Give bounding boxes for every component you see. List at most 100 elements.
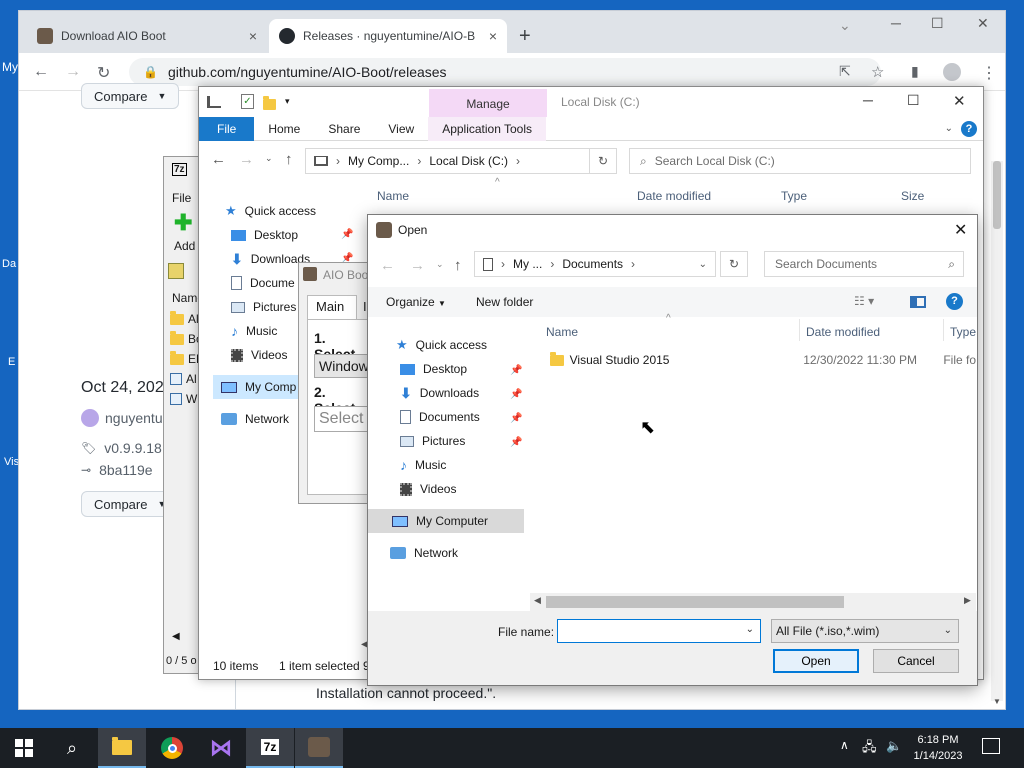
up-icon[interactable]: ↑ (285, 151, 293, 168)
filename-dropdown-icon[interactable]: ⌄ (746, 624, 754, 635)
tab-download-aio[interactable]: Download AIO Boot × (27, 19, 267, 53)
pin-icon[interactable]: 📌 (341, 229, 353, 240)
column-type[interactable]: Type (781, 189, 807, 203)
profile-avatar-icon[interactable] (943, 63, 961, 81)
recent-dropdown-icon[interactable]: ⌄ (436, 259, 444, 270)
refresh-button[interactable]: ↻ (589, 148, 617, 174)
qa-dropdown-icon[interactable]: ▾ (285, 96, 290, 107)
up-icon[interactable]: ↑ (454, 257, 462, 274)
compare-button-top[interactable]: Compare ▼ (81, 83, 180, 109)
pin-icon[interactable]: 📌 (510, 365, 522, 376)
tab-search-icon[interactable]: ⌄ (839, 17, 851, 34)
cancel-button[interactable]: Cancel (873, 649, 959, 673)
scrollbar-thumb[interactable] (546, 596, 844, 608)
nav-videos[interactable]: Videos (400, 477, 558, 501)
explorer-search-box[interactable]: ⌕ Search Local Disk (C:) (629, 148, 971, 174)
filename-input[interactable]: ⌄ (557, 619, 761, 643)
column-type[interactable]: Type (950, 325, 976, 339)
ribbon-expand-icon[interactable]: ⌄ (945, 123, 953, 134)
pin-icon[interactable]: 📌 (510, 389, 522, 400)
tab-releases[interactable]: Releases · nguyentumine/AIO-Bo × (269, 19, 507, 53)
back-icon[interactable]: ← (33, 63, 49, 81)
dialog-path-box[interactable]: › My ... › Documents › ⌄ (474, 251, 716, 277)
7zip-add-button[interactable]: Add (174, 239, 195, 253)
column-date[interactable]: Date modified (637, 189, 711, 203)
tray-chevron-icon[interactable]: ∧ (840, 738, 849, 752)
7zip-menu-file[interactable]: File (172, 191, 191, 205)
release-tag[interactable]: 🏷 v0.9.9.18 (81, 440, 162, 456)
taskbar-chrome[interactable] (148, 728, 196, 768)
close-button[interactable]: ✕ (977, 15, 989, 32)
back-icon[interactable]: ← (380, 257, 395, 274)
scroll-left-icon[interactable]: ◀ (172, 631, 180, 642)
explorer-maximize-button[interactable]: ☐ (907, 92, 920, 109)
view-options-icon[interactable]: ☷ ▾ (854, 294, 874, 308)
nav-music[interactable]: ♪ Music (400, 453, 558, 477)
ribbon-tab-share[interactable]: Share (314, 117, 374, 141)
taskbar-7zip[interactable]: 7z (246, 728, 294, 768)
refresh-button[interactable]: ↻ (720, 251, 748, 277)
column-size[interactable]: Size (901, 189, 924, 203)
aio-select-input[interactable]: Select I (314, 406, 374, 432)
taskbar-file-explorer[interactable] (98, 728, 146, 768)
reload-icon[interactable]: ↻ (97, 63, 110, 83)
notifications-icon[interactable] (982, 738, 1000, 754)
breadcrumb-item[interactable]: Documents (562, 257, 623, 271)
breadcrumb-item[interactable]: Local Disk (C:) (429, 154, 508, 168)
taskbar-visual-studio[interactable]: ⋈ (197, 728, 245, 768)
nav-downloads[interactable]: ⬇ Downloads (400, 381, 558, 405)
forward-icon[interactable]: → (410, 257, 425, 274)
start-button[interactable] (0, 728, 48, 768)
explorer-minimize-button[interactable]: ─ (863, 92, 873, 108)
share-icon[interactable]: ⇱ (839, 63, 851, 80)
search-button[interactable]: ⌕ (48, 728, 96, 768)
preview-pane-icon[interactable] (910, 296, 926, 308)
file-row[interactable]: Visual Studio 2015 12/30/2022 11:30 PM F… (544, 349, 976, 371)
clock[interactable]: 6:18 PM 1/14/2023 (908, 732, 968, 764)
ribbon-tab-file[interactable]: File (199, 116, 255, 141)
bookmark-star-icon[interactable]: ☆ (871, 63, 884, 81)
taskbar-aio-boot[interactable] (295, 728, 343, 768)
menu-dots-icon[interactable]: ⋮ (981, 63, 997, 83)
network-tray-icon[interactable]: 🖧 (862, 738, 877, 760)
nav-desktop[interactable]: Desktop (400, 357, 558, 381)
scroll-down-icon[interactable]: ▼ (993, 697, 1001, 706)
aio-tab-main[interactable]: Main (307, 295, 357, 319)
breadcrumb-item[interactable]: My ... (513, 257, 542, 271)
scroll-left-icon[interactable]: ◀ (534, 595, 541, 606)
explorer-close-button[interactable]: ✕ (953, 92, 966, 110)
new-tab-button[interactable]: + (519, 25, 531, 48)
help-icon[interactable]: ? (946, 293, 963, 310)
ribbon-tab-home[interactable]: Home (254, 117, 314, 141)
pin-icon[interactable]: 📌 (510, 437, 522, 448)
nav-my-computer[interactable]: My Computer (368, 509, 524, 533)
tab-close-icon[interactable]: × (489, 28, 497, 44)
pin-icon[interactable]: 📌 (510, 413, 522, 424)
side-panel-icon[interactable]: ▮ (911, 63, 919, 80)
minimize-button[interactable]: ─ (891, 15, 901, 31)
page-scrollbar[interactable] (991, 161, 1003, 701)
organize-button[interactable]: Organize ▼ (386, 295, 446, 309)
up-folder-icon[interactable] (168, 263, 184, 279)
properties-icon[interactable]: ✓ (241, 94, 254, 109)
scrollbar-thumb[interactable] (993, 161, 1001, 229)
dialog-close-button[interactable]: ✕ (954, 220, 967, 240)
back-icon[interactable]: ← (211, 151, 226, 168)
new-folder-button[interactable]: New folder (476, 295, 533, 309)
omnibox[interactable]: 🔒 github.com/nguyentumine/AIO-Boot/relea… (129, 58, 881, 86)
file-type-select[interactable]: All File (*.iso,*.wim) ⌄ (771, 619, 959, 643)
release-commit[interactable]: ⊸ 8ba119e (81, 462, 153, 478)
manage-label[interactable]: Manage (429, 89, 547, 119)
explorer-path-box[interactable]: › My Comp... › Local Disk (C:) › ⌄ (305, 148, 613, 174)
nav-quick-access[interactable]: ★ Quick access (225, 199, 385, 223)
breadcrumb-item[interactable]: My Comp... (348, 154, 409, 168)
horizontal-scrollbar[interactable]: ◀ ▶ (530, 593, 976, 611)
dialog-search-box[interactable]: Search Documents ⌕ (764, 251, 964, 277)
tab-close-icon[interactable]: × (249, 28, 257, 44)
nav-quick-access[interactable]: ★ Quick access (396, 333, 554, 357)
recent-dropdown-icon[interactable]: ⌄ (265, 153, 273, 164)
path-dropdown-icon[interactable]: ⌄ (699, 259, 707, 270)
new-folder-qa-icon[interactable] (263, 96, 276, 111)
release-author[interactable]: nguyentu (81, 409, 163, 427)
forward-icon[interactable]: → (239, 151, 254, 168)
